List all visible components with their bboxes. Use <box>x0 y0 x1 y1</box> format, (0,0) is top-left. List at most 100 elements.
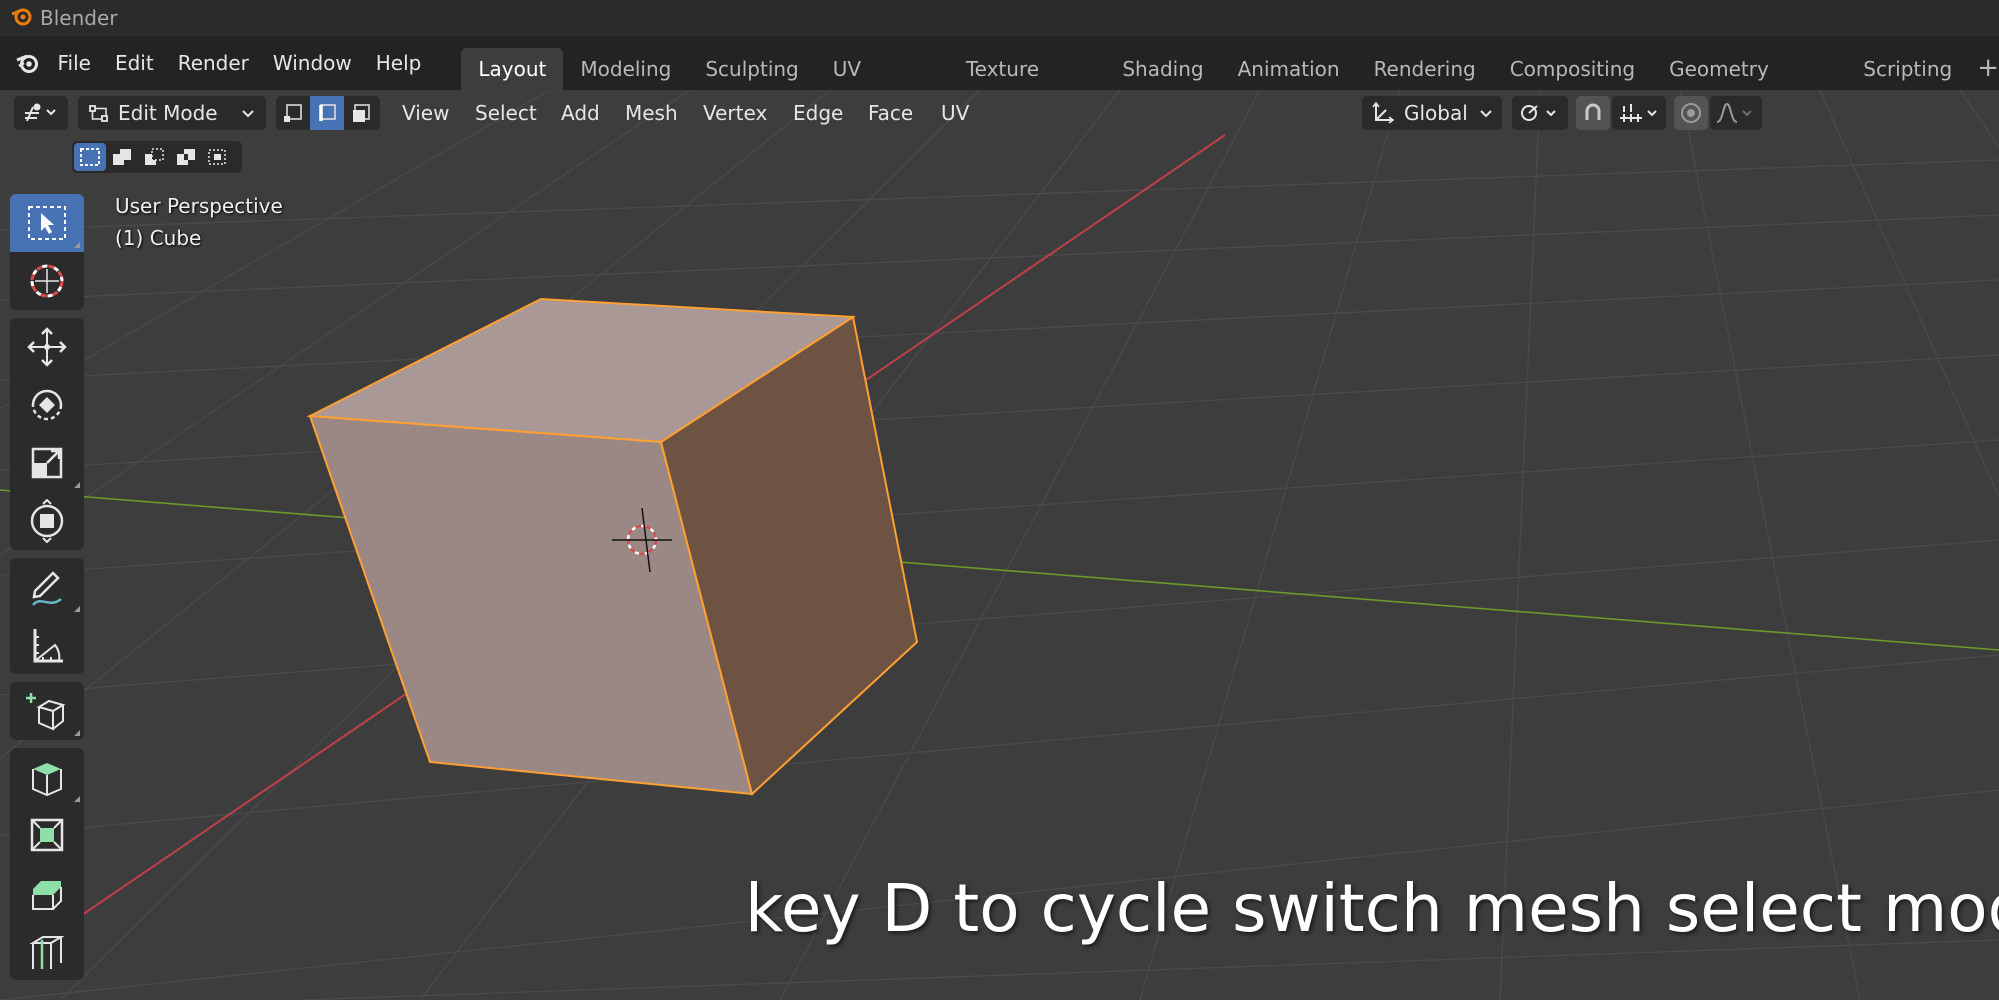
proportional-edit-toggle[interactable] <box>1674 96 1708 130</box>
viewport-scene <box>0 90 1999 1000</box>
edit-mode-icon <box>89 105 108 122</box>
mode-dropdown-label: Edit Mode <box>118 101 218 125</box>
proportional-edit-icon <box>1681 103 1701 123</box>
orientation-label: Global <box>1404 101 1468 125</box>
menu-uv[interactable]: UV <box>941 96 969 130</box>
tab-scripting[interactable]: Scripting <box>1846 48 1969 90</box>
editor-type-button[interactable] <box>14 96 68 130</box>
set-new-selection-button[interactable] <box>74 143 106 171</box>
tool-variants-indicator <box>74 606 80 612</box>
tool-group-annotate <box>10 558 84 674</box>
tool-shelf <box>10 194 84 988</box>
tool-variants-indicator <box>74 242 80 248</box>
menu-file[interactable]: File <box>46 43 103 83</box>
tool-group-mesh <box>10 748 84 980</box>
menu-mesh[interactable]: Mesh <box>625 96 678 130</box>
menu-view[interactable]: View <box>402 96 449 130</box>
select-extend-icon <box>113 149 131 165</box>
select-box-tool[interactable] <box>10 194 84 252</box>
menu-select[interactable]: Select <box>475 96 537 130</box>
loop-cut-icon <box>29 936 65 969</box>
invert-selection-button[interactable] <box>170 143 202 171</box>
tab-layout[interactable]: Layout <box>461 48 564 90</box>
menu-add[interactable]: Add <box>561 96 600 130</box>
extrude-tool[interactable] <box>10 748 84 806</box>
bevel-tool[interactable] <box>10 864 84 922</box>
move-icon <box>27 327 67 367</box>
measure-icon <box>33 629 63 663</box>
tab-shading[interactable]: Shading <box>1105 48 1220 90</box>
inset-tool[interactable] <box>10 806 84 864</box>
tab-compositing[interactable]: Compositing <box>1493 48 1652 90</box>
vertex-select-button[interactable] <box>276 96 310 130</box>
tool-variants-indicator <box>74 730 80 736</box>
falloff-button[interactable] <box>1710 96 1762 130</box>
snap-target-button[interactable] <box>1612 96 1666 130</box>
menu-edge[interactable]: Edge <box>793 96 843 130</box>
tool-variants-indicator <box>74 482 80 488</box>
loop-cut-tool[interactable] <box>10 922 84 980</box>
add-cube-tool[interactable] <box>10 682 84 740</box>
tutorial-caption: key D to cycle switch mesh select mode <box>745 870 1999 947</box>
select-new-icon <box>80 148 100 166</box>
tab-rendering[interactable]: Rendering <box>1357 48 1493 90</box>
rotate-tool[interactable] <box>10 376 84 434</box>
top-menu-bar: File Edit Render Window Help Layout Mode… <box>0 36 1999 123</box>
tab-sculpting[interactable]: Sculpting <box>688 48 815 90</box>
edge-select-button[interactable] <box>310 96 344 130</box>
tab-animation[interactable]: Animation <box>1221 48 1357 90</box>
snap-toggle[interactable] <box>1576 96 1610 130</box>
editor-type-icon <box>25 103 56 122</box>
face-select-icon <box>353 104 370 122</box>
viewport-header: Edit Mode View Select Add Mesh Vertex Ed… <box>0 90 1999 136</box>
edge-select-icon <box>319 104 336 121</box>
perspective-label: User Perspective <box>115 194 283 218</box>
tab-uv-editing[interactable]: UV Editing <box>816 48 949 123</box>
menu-edit[interactable]: Edit <box>103 43 166 83</box>
title-bar: Blender <box>0 0 1999 36</box>
pivot-icon <box>1521 105 1556 121</box>
vertex-select-icon <box>284 104 302 122</box>
select-intersect-icon <box>208 149 226 165</box>
menu-vertex[interactable]: Vertex <box>703 96 767 130</box>
orientation-icon <box>1372 101 1395 124</box>
menu-render[interactable]: Render <box>166 43 261 83</box>
tab-geometry-nodes[interactable]: Geometry Nodes <box>1652 48 1846 123</box>
pivot-point-button[interactable] <box>1512 96 1568 130</box>
tab-texture-paint[interactable]: Texture Paint <box>949 48 1106 123</box>
chevron-down-icon <box>1480 110 1492 118</box>
bevel-icon <box>32 881 62 910</box>
subtract-selection-button[interactable] <box>138 143 170 171</box>
3d-viewport[interactable]: User Perspective (1) Cube <box>0 90 1999 1000</box>
transform-tool[interactable] <box>10 492 84 550</box>
mode-dropdown[interactable]: Edit Mode <box>78 96 266 130</box>
tool-variants-indicator <box>74 796 80 802</box>
blender-menu-icon[interactable] <box>8 43 46 83</box>
measure-tool[interactable] <box>10 616 84 674</box>
select-invert-icon <box>177 149 195 165</box>
menu-help[interactable]: Help <box>364 43 434 83</box>
inset-icon <box>30 818 64 852</box>
select-subtract-icon <box>145 148 164 165</box>
transform-orientation-dropdown[interactable]: Global <box>1362 96 1502 130</box>
annotate-tool[interactable] <box>10 558 84 616</box>
scale-icon <box>31 447 63 479</box>
annotate-icon <box>32 571 62 606</box>
face-select-button[interactable] <box>344 96 378 130</box>
scale-tool[interactable] <box>10 434 84 492</box>
menu-face[interactable]: Face <box>868 96 913 130</box>
extrude-icon <box>32 763 62 797</box>
falloff-curve-icon <box>1716 102 1752 123</box>
blender-logo-icon <box>10 5 32 31</box>
extend-selection-button[interactable] <box>106 143 138 171</box>
cursor-tool[interactable] <box>10 252 84 310</box>
select-box-icon <box>28 206 66 240</box>
tab-modeling[interactable]: Modeling <box>563 48 688 90</box>
rotate-icon <box>31 389 63 421</box>
cursor-icon <box>30 264 64 298</box>
menu-window[interactable]: Window <box>261 43 364 83</box>
add-workspace-button[interactable]: + <box>1977 48 1999 90</box>
add-cube-icon <box>26 693 66 731</box>
move-tool[interactable] <box>10 318 84 376</box>
intersect-selection-button[interactable] <box>202 143 234 171</box>
